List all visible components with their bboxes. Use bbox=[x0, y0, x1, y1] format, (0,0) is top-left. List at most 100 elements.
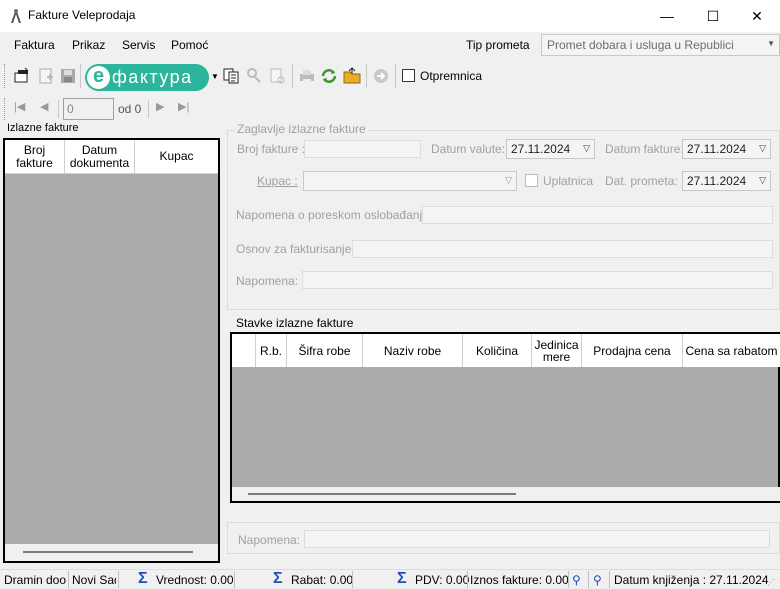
invoice-items-grid[interactable]: R.b. Šifra robe Naziv robe Količina Jedi… bbox=[230, 332, 780, 503]
copy-icon[interactable] bbox=[222, 67, 240, 85]
nav-grip[interactable] bbox=[4, 98, 7, 120]
status-separator bbox=[352, 571, 353, 588]
next-page-icon[interactable]: ▶ bbox=[156, 100, 164, 113]
column-kolicina[interactable]: Količina bbox=[463, 334, 532, 367]
horizontal-scrollbar[interactable] bbox=[232, 487, 780, 501]
chevron-down-icon: ▽ bbox=[759, 143, 766, 153]
invoice-items-title: Stavke izlazne fakture bbox=[236, 316, 354, 330]
column-row-selector[interactable] bbox=[232, 334, 256, 367]
column-broj-fakture[interactable]: Broj fakture bbox=[5, 140, 65, 174]
footer-napomena-input[interactable] bbox=[304, 530, 770, 548]
toolbar-separator bbox=[366, 64, 367, 88]
kupac-label[interactable]: Kupac : bbox=[257, 174, 298, 188]
uplatnica-label: Uplatnica bbox=[543, 174, 594, 188]
toolbar-separator bbox=[395, 64, 396, 88]
scrollbar-thumb[interactable] bbox=[23, 551, 193, 553]
column-sifra-robe[interactable]: Šifra robe bbox=[287, 334, 363, 367]
horizontal-scrollbar[interactable] bbox=[5, 544, 218, 561]
status-separator bbox=[588, 571, 589, 588]
resize-grip-icon[interactable]: ⋰ bbox=[767, 578, 775, 587]
uplatnica-checkbox[interactable] bbox=[525, 174, 538, 187]
column-naziv-robe[interactable]: Naziv robe bbox=[363, 334, 463, 367]
sum-icon: Σ bbox=[397, 570, 407, 587]
status-rabat: Rabat: 0.00 bbox=[291, 573, 354, 587]
efaktura-logo-icon: e bbox=[87, 66, 110, 89]
efaktura-dropdown-icon[interactable]: ▼ bbox=[211, 72, 219, 81]
status-vrednost: Vrednost: 0.00 bbox=[156, 573, 234, 587]
minimize-button[interactable]: — bbox=[644, 0, 690, 32]
kupac-select[interactable]: ▽ bbox=[303, 171, 517, 191]
tip-prometa-value: Promet dobara i usluga u Republici bbox=[547, 38, 734, 52]
page-number-input[interactable]: 0 bbox=[63, 98, 114, 120]
preview-icon[interactable] bbox=[268, 67, 286, 85]
datum-valute-value: 27.11.2024 bbox=[511, 142, 571, 156]
datum-fakture-picker[interactable]: 27.11.2024 ▽ bbox=[682, 139, 771, 159]
toolbar-separator bbox=[292, 64, 293, 88]
column-datum-dokumenta[interactable]: Datum dokumenta bbox=[65, 140, 135, 174]
broj-fakture-label: Broj fakture : bbox=[237, 142, 306, 156]
add-document-icon[interactable] bbox=[37, 67, 55, 85]
status-separator bbox=[609, 571, 610, 588]
izlazne-fakture-title: Izlazne fakture bbox=[7, 122, 79, 134]
efaktura-button[interactable]: e фактура bbox=[85, 64, 209, 91]
scrollbar-thumb[interactable] bbox=[248, 493, 516, 495]
refresh-icon[interactable] bbox=[320, 67, 338, 85]
zoom-out-icon[interactable]: ⚲ bbox=[593, 573, 602, 587]
broj-fakture-input[interactable] bbox=[304, 140, 421, 158]
invoices-grid[interactable]: Broj fakture Datum dokumenta Kupac bbox=[3, 138, 220, 563]
napomena-input[interactable] bbox=[302, 271, 773, 289]
status-city: Novi Sad bbox=[72, 573, 116, 587]
datum-valute-picker[interactable]: 27.11.2024 ▽ bbox=[506, 139, 595, 159]
datum-valute-label: Datum valute: bbox=[431, 142, 506, 156]
dat-prometa-picker[interactable]: 27.11.2024 ▽ bbox=[682, 171, 771, 191]
otpremnica-label: Otpremnica bbox=[420, 69, 483, 83]
first-page-icon[interactable]: |◀ bbox=[14, 100, 25, 113]
column-kupac[interactable]: Kupac bbox=[135, 140, 218, 174]
sum-icon: Σ bbox=[273, 570, 283, 587]
column-prodajna-cena[interactable]: Prodajna cena bbox=[582, 334, 683, 367]
column-jedinica-mere[interactable]: Jedinica mere bbox=[532, 334, 582, 367]
status-separator bbox=[467, 571, 468, 588]
status-separator bbox=[234, 571, 235, 588]
page-count-label: od 0 bbox=[118, 102, 142, 116]
column-rb[interactable]: R.b. bbox=[256, 334, 287, 367]
menu-faktura[interactable]: Faktura bbox=[14, 38, 55, 52]
sum-icon: Σ bbox=[138, 570, 148, 587]
chevron-down-icon: ▽ bbox=[759, 175, 766, 185]
napomena-pdv-label: Napomena o poreskom oslobađanju: bbox=[236, 208, 433, 222]
napomena-pdv-input[interactable] bbox=[422, 206, 773, 224]
tip-prometa-select[interactable]: Promet dobara i usluga u Republici ▼ bbox=[541, 34, 780, 56]
dropdown-arrow-icon: ▼ bbox=[767, 39, 775, 48]
datum-fakture-label: Datum fakture: bbox=[605, 142, 684, 156]
zoom-in-icon[interactable]: ⚲ bbox=[572, 573, 581, 587]
exit-icon[interactable] bbox=[372, 67, 390, 85]
window-title: Fakture Veleprodaja bbox=[28, 8, 136, 22]
maximize-button[interactable]: ☐ bbox=[690, 0, 736, 32]
open-folder-icon[interactable] bbox=[343, 67, 361, 85]
osnov-input[interactable] bbox=[352, 240, 773, 258]
status-company: Dramin doo bbox=[4, 573, 67, 587]
column-cena-sa-rabatom[interactable]: Cena sa rabatom bbox=[683, 334, 780, 367]
print-icon[interactable] bbox=[298, 67, 316, 85]
nav-separator bbox=[58, 100, 59, 118]
last-page-icon[interactable]: ▶| bbox=[178, 100, 189, 113]
new-document-icon[interactable] bbox=[13, 67, 31, 85]
efaktura-text: фактура bbox=[112, 67, 193, 87]
osnov-label: Osnov za fakturisanje: bbox=[236, 242, 355, 256]
status-separator bbox=[68, 571, 69, 588]
app-icon bbox=[11, 9, 21, 23]
menu-prikaz[interactable]: Prikaz bbox=[72, 38, 105, 52]
toolbar-grip[interactable] bbox=[4, 64, 7, 88]
menu-servis[interactable]: Servis bbox=[122, 38, 155, 52]
prev-page-icon[interactable]: ◀ bbox=[40, 100, 48, 113]
otpremnica-checkbox[interactable] bbox=[402, 69, 415, 82]
search-document-icon[interactable] bbox=[245, 67, 263, 85]
tip-prometa-label: Tip prometa bbox=[466, 38, 530, 52]
invoice-header-title: Zaglavlje izlazne fakture bbox=[235, 122, 368, 136]
close-button[interactable]: ✕ bbox=[734, 0, 780, 32]
menu-pomoc[interactable]: Pomoć bbox=[171, 38, 208, 52]
dat-prometa-value: 27.11.2024 bbox=[687, 174, 747, 188]
save-icon[interactable] bbox=[59, 67, 77, 85]
chevron-down-icon: ▽ bbox=[583, 143, 590, 153]
status-datum-knjizenja: Datum knjiženja : 27.11.2024 bbox=[614, 573, 769, 587]
